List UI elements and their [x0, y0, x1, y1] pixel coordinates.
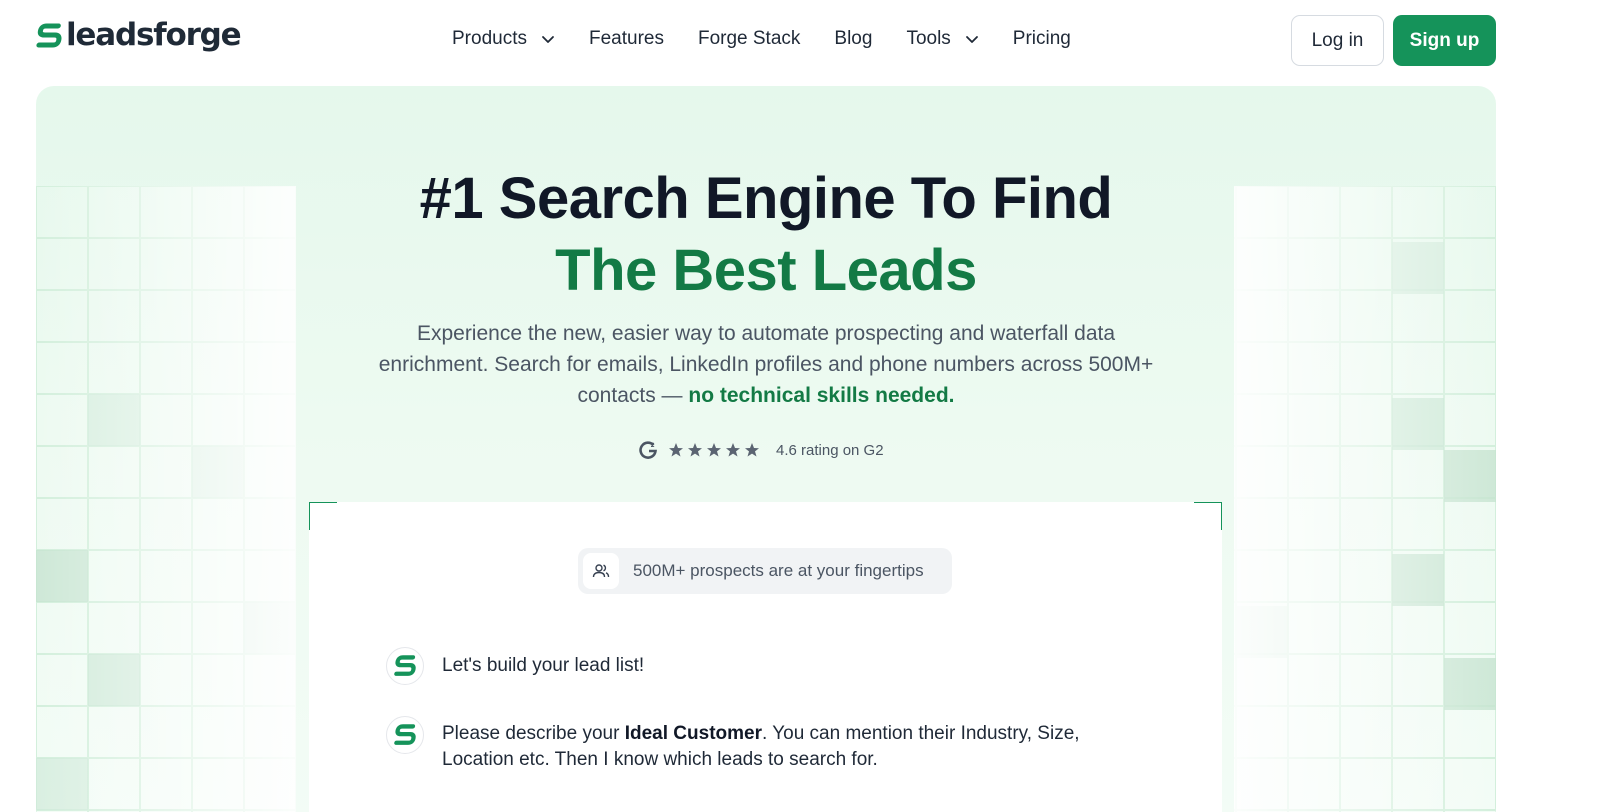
leadsforge-logo-icon: [394, 655, 416, 676]
chat-message-text: Let's build your lead list!: [442, 655, 645, 676]
message-text: Please describe your: [442, 723, 625, 744]
chat-message: Please describe your Ideal Customer. You…: [386, 716, 1122, 773]
users-icon: [592, 564, 610, 578]
hero-title: #1 Search Engine To Find: [419, 166, 1113, 231]
panel-corner-accent: [1194, 502, 1222, 530]
chat-message-text: Please describe your Ideal Customer. You…: [442, 721, 1122, 773]
nav-item-label: Forge Stack: [697, 28, 801, 49]
star-icon: [669, 443, 683, 457]
users-icon-box: [583, 553, 619, 589]
rating-text: 4.6 rating on G2: [776, 441, 884, 459]
chevron-down-icon: [965, 36, 978, 43]
star-rating: [668, 442, 760, 458]
chevron-down-icon: [542, 36, 554, 43]
nav-item-features[interactable]: Features: [589, 28, 664, 50]
prospects-badge: 500M+ prospects are at your fingertips: [578, 548, 952, 594]
hero-title-highlight: The Best Leads: [555, 238, 977, 303]
bot-avatar: [386, 716, 424, 754]
svg-text:2: 2: [651, 442, 655, 449]
star-icon: [745, 443, 759, 457]
main-nav: Products Features Forge Stack Blog Tools…: [452, 28, 1105, 50]
star-icon: [688, 443, 702, 457]
nav-item-forge-stack[interactable]: Forge Stack: [698, 28, 800, 50]
g2-icon: 2: [639, 441, 657, 459]
hero-subtitle: Experience the new, easier way to automa…: [366, 318, 1166, 411]
message-emphasis: Ideal Customer: [624, 723, 762, 744]
star-icon: [707, 443, 721, 457]
site-header: leadsforge Products Features Forge Stack…: [0, 0, 1600, 88]
nav-item-label: Pricing: [1012, 28, 1071, 49]
nav-item-tools[interactable]: Tools: [906, 28, 978, 50]
nav-item-label: Tools: [906, 28, 951, 49]
login-button[interactable]: Log in: [1291, 15, 1384, 66]
leadsforge-logo-icon: [394, 724, 416, 745]
panel-corner-accent: [309, 502, 337, 530]
nav-item-label: Features: [588, 28, 664, 49]
nav-item-label: Blog: [834, 28, 873, 49]
nav-item-products[interactable]: Products: [452, 28, 555, 50]
nav-item-pricing[interactable]: Pricing: [1013, 28, 1071, 50]
leadsforge-logo-icon: [36, 23, 62, 47]
g2-rating[interactable]: 2 4.6 rating on G2: [638, 440, 884, 460]
nav-item-blog[interactable]: Blog: [834, 28, 872, 50]
logo[interactable]: leadsforge: [36, 17, 242, 53]
bot-avatar: [386, 647, 424, 685]
star-icon: [726, 443, 740, 457]
prospects-badge-text: 500M+ prospects are at your fingertips: [633, 561, 924, 580]
logo-wordmark: leadsforge: [66, 17, 242, 53]
hero-subtitle-highlight: no technical skills needed.: [688, 384, 955, 407]
nav-item-label: Products: [452, 28, 527, 49]
signup-button[interactable]: Sign up: [1393, 15, 1496, 66]
chat-message: Let's build your lead list!: [386, 647, 644, 685]
